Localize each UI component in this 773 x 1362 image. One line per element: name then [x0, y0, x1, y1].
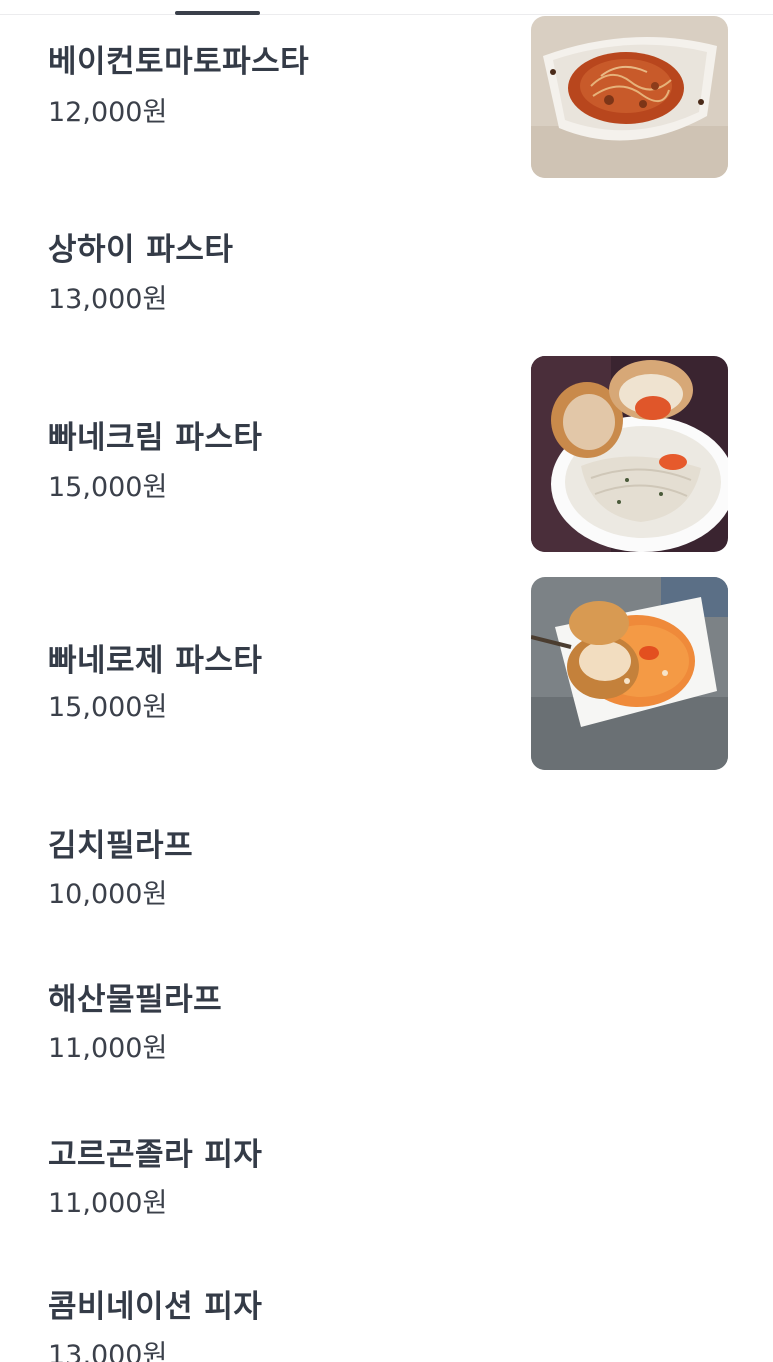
menu-item-seafood-pilaf[interactable]: 해산물필라프 11,000원 [0, 940, 773, 1095]
menu-item-name: 콤비네이션 피자 [48, 1289, 263, 1325]
menu-item-pane-rose-pasta[interactable]: 빠네로제 파스타 15,000원 [0, 565, 773, 790]
menu-item-price: 13,000원 [48, 1340, 168, 1362]
menu-item-price: 12,000원 [48, 97, 168, 128]
menu-item-pane-cream-pasta[interactable]: 빠네크림 파스타 15,000원 [0, 340, 773, 565]
menu-item-price: 10,000원 [48, 879, 168, 910]
menu-item-name: 김치필라프 [48, 828, 194, 864]
bacon-tomato-pasta-photo[interactable] [531, 16, 728, 178]
menu-item-bacon-tomato-pasta[interactable]: 베이컨토마토파스타 12,000원 [0, 0, 773, 190]
menu-item-kimchi-pilaf[interactable]: 김치필라프 10,000원 [0, 790, 773, 940]
menu-item-name: 베이컨토마토파스타 [48, 44, 310, 80]
menu-item-price: 11,000원 [48, 1188, 168, 1219]
menu-item-shanghai-pasta[interactable]: 상하이 파스타 13,000원 [0, 190, 773, 340]
pane-rose-pasta-photo[interactable] [531, 577, 728, 770]
menu-item-name: 상하이 파스타 [48, 232, 234, 268]
menu-item-name: 고르곤졸라 피자 [48, 1137, 263, 1173]
menu-item-gorgonzola-pizza[interactable]: 고르곤졸라 피자 11,000원 [0, 1095, 773, 1245]
menu-item-combination-pizza[interactable]: 콤비네이션 피자 13,000원 [0, 1245, 773, 1362]
menu-item-price: 15,000원 [48, 692, 168, 723]
menu-item-name: 빠네로제 파스타 [48, 643, 263, 679]
menu-item-price: 15,000원 [48, 472, 168, 503]
menu-item-price: 13,000원 [48, 284, 168, 315]
menu-item-name: 빠네크림 파스타 [48, 420, 263, 456]
menu-item-name: 해산물필라프 [48, 982, 223, 1018]
pane-cream-pasta-photo[interactable] [531, 356, 728, 552]
menu-item-price: 11,000원 [48, 1033, 168, 1064]
